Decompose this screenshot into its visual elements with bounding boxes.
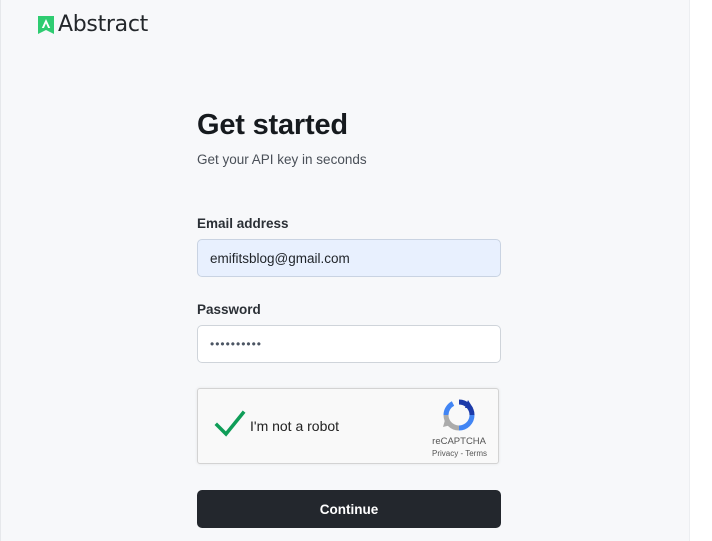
- brand-logo[interactable]: Abstract: [37, 12, 148, 37]
- recaptcha-logo-icon: [443, 399, 475, 431]
- abstract-logo-icon: [38, 15, 54, 34]
- password-field[interactable]: ••••••••••: [197, 325, 501, 363]
- continue-button[interactable]: Continue: [197, 490, 501, 528]
- signup-form: Get started Get your API key in seconds …: [197, 106, 501, 528]
- email-value: emifitsblog@gmail.com: [210, 250, 350, 266]
- brand-name: Abstract: [58, 12, 148, 37]
- recaptcha-brand: reCAPTCHA: [432, 436, 486, 447]
- email-label: Email address: [197, 216, 289, 231]
- signup-page: Abstract Get started Get your API key in…: [0, 0, 690, 541]
- checkmark-icon[interactable]: [214, 409, 246, 439]
- email-field[interactable]: emifitsblog@gmail.com: [197, 239, 501, 277]
- page-title: Get started: [197, 109, 348, 141]
- page-subtitle: Get your API key in seconds: [197, 152, 367, 167]
- password-masked-value: ••••••••••: [210, 337, 263, 351]
- privacy-link[interactable]: Privacy: [432, 449, 458, 458]
- terms-link[interactable]: Terms: [465, 449, 487, 458]
- recaptcha-label: I'm not a robot: [250, 418, 340, 434]
- password-label: Password: [197, 302, 261, 317]
- recaptcha-widget: I'm not a robot reCAPTCHA Privacy - Term…: [197, 388, 499, 464]
- recaptcha-links: Privacy - Terms: [432, 449, 487, 458]
